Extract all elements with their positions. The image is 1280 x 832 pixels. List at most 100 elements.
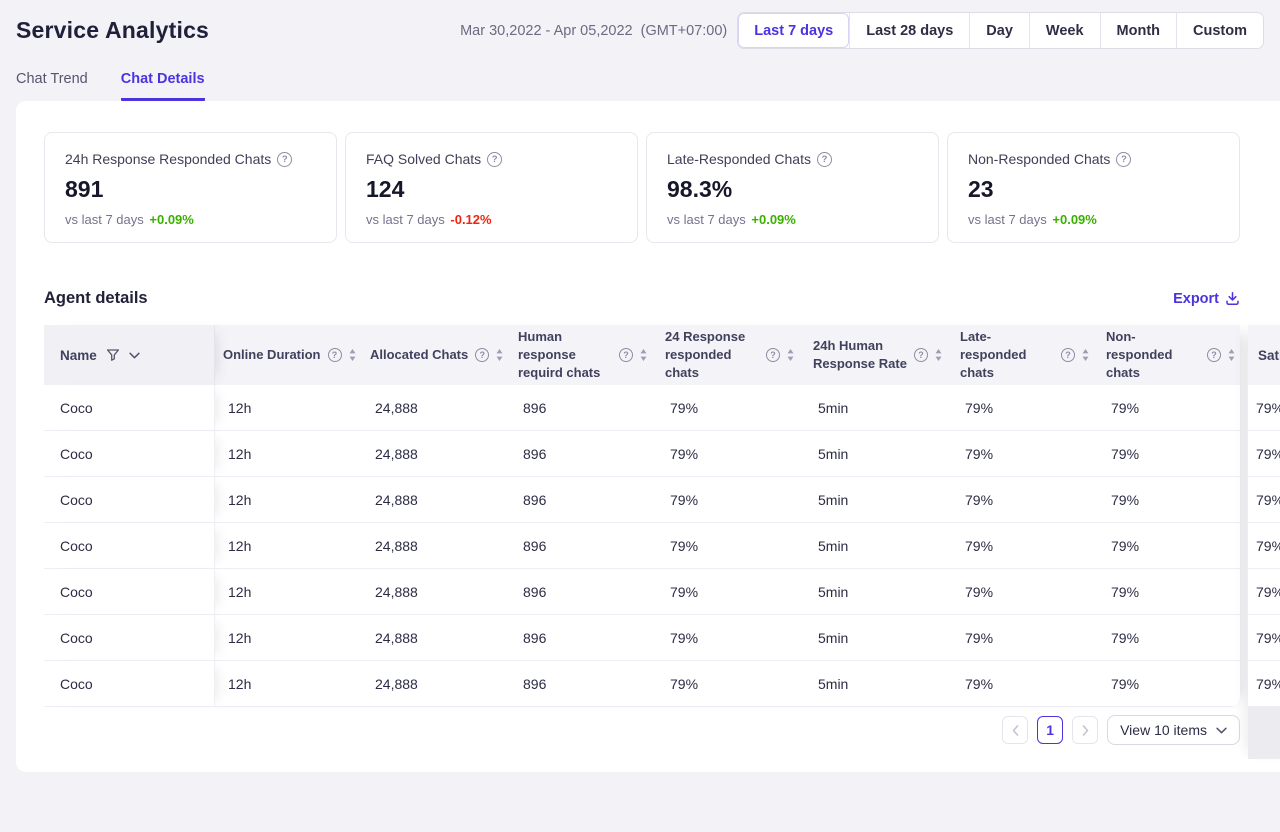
page-size-select[interactable]: View 10 items <box>1107 715 1240 745</box>
cell-non-responded-chats: 79% <box>1098 569 1240 615</box>
pinned-column-footer <box>1248 707 1280 759</box>
column-header-icons: ? <box>1061 348 1089 362</box>
cell-satisfaction: 79% <box>1248 477 1280 523</box>
column-header-label: 24h Human Response Rate <box>813 337 907 373</box>
export-button[interactable]: Export <box>1173 291 1240 307</box>
help-icon[interactable]: ? <box>766 348 780 362</box>
stat-card: FAQ Solved Chats ? 124 vs last 7 days -0… <box>345 132 638 243</box>
stat-card-value: 23 <box>968 176 1219 203</box>
stat-card-title: FAQ Solved Chats <box>366 151 481 167</box>
tab[interactable]: Chat Trend <box>16 71 88 101</box>
cell-online-duration: 12h <box>215 385 362 431</box>
sort-icon[interactable] <box>640 349 647 361</box>
compare-label: vs last 7 days <box>366 212 445 227</box>
sort-icon[interactable] <box>935 349 942 361</box>
table-row: Coco 12h 24,888 896 79% 5min 79% 79% <box>44 477 1240 523</box>
help-icon[interactable]: ? <box>619 348 633 362</box>
cell-allocated-chats: 24,888 <box>362 431 510 477</box>
cell-24-response-responded-chats: 79% <box>657 385 805 431</box>
column-header: Online Duration ? <box>215 325 362 385</box>
stat-card-comparison: vs last 7 days +0.09% <box>968 212 1219 227</box>
sort-icon[interactable] <box>1228 349 1235 361</box>
stat-card-title: 24h Response Responded Chats <box>65 151 271 167</box>
prev-page-button[interactable] <box>1002 716 1028 744</box>
help-icon[interactable]: ? <box>817 152 832 167</box>
cell-human-response-requird-chats: 896 <box>510 431 657 477</box>
delta-value: -0.12% <box>450 212 491 227</box>
tabs-nav: Chat Trend Chat Details <box>0 71 1280 101</box>
cell-allocated-chats: 24,888 <box>362 385 510 431</box>
cell-late-responded-chats: 79% <box>952 661 1098 707</box>
help-icon[interactable]: ? <box>487 152 502 167</box>
help-icon[interactable]: ? <box>277 152 292 167</box>
cell-24h-human-response-rate: 5min <box>805 615 952 661</box>
column-header: 24h Human Response Rate ? <box>805 325 952 385</box>
page-header: Service Analytics Mar 30,2022 - Apr 05,2… <box>0 0 1280 49</box>
filter-icon[interactable] <box>106 348 120 362</box>
column-header: Allocated Chats ? <box>362 325 510 385</box>
column-header: 24 Response responded chats ? <box>657 325 805 385</box>
help-icon[interactable]: ? <box>328 348 342 362</box>
column-header-icons: ? <box>766 348 794 362</box>
sort-icon[interactable] <box>349 349 356 361</box>
range-button[interactable]: Custom <box>1176 13 1263 48</box>
cell-online-duration: 12h <box>215 431 362 477</box>
cell-late-responded-chats: 79% <box>952 615 1098 661</box>
column-header-icons: ? <box>1207 348 1235 362</box>
table-header-row: Name Online Duration <box>44 325 1240 385</box>
cell-human-response-requird-chats: 896 <box>510 385 657 431</box>
column-header: Non-responded chats ? <box>1098 325 1240 385</box>
cell-late-responded-chats: 79% <box>952 477 1098 523</box>
sort-icon[interactable] <box>787 349 794 361</box>
page-size-label: View 10 items <box>1120 722 1207 738</box>
cell-human-response-requird-chats: 896 <box>510 661 657 707</box>
range-button[interactable]: Last 28 days <box>849 13 969 48</box>
cell-non-responded-chats: 79% <box>1098 615 1240 661</box>
cell-satisfaction: 79% <box>1248 569 1280 615</box>
range-button[interactable]: Day <box>969 13 1029 48</box>
delta-value: +0.09% <box>751 212 795 227</box>
stat-card-value: 891 <box>65 176 316 203</box>
table-row: Coco 12h 24,888 896 79% 5min 79% 79% <box>44 385 1240 431</box>
export-label: Export <box>1173 291 1219 307</box>
name-column-label: Name <box>60 348 97 363</box>
tab[interactable]: Chat Details <box>121 71 205 101</box>
cell-satisfaction: 79% <box>1248 523 1280 569</box>
range-button[interactable]: Last 7 days <box>738 13 849 48</box>
cell-24h-human-response-rate: 5min <box>805 569 952 615</box>
cell-allocated-chats: 24,888 <box>362 523 510 569</box>
range-button[interactable]: Month <box>1100 13 1176 48</box>
column-header: Human response requird chats ? <box>510 325 657 385</box>
table-row: Coco 12h 24,888 896 79% 5min 79% 79% <box>44 615 1240 661</box>
help-icon[interactable]: ? <box>1116 152 1131 167</box>
cell-agent-name: Coco <box>44 385 215 431</box>
sort-icon[interactable] <box>496 349 503 361</box>
cell-online-duration: 12h <box>215 569 362 615</box>
stat-card: Late-Responded Chats ? 98.3% vs last 7 d… <box>646 132 939 243</box>
chevron-right-icon <box>1082 725 1089 736</box>
column-header-name: Name <box>44 325 215 385</box>
cell-late-responded-chats: 79% <box>952 569 1098 615</box>
stat-card-title-row: Non-Responded Chats ? <box>968 151 1219 167</box>
help-icon[interactable]: ? <box>475 348 489 362</box>
sort-icon[interactable] <box>1082 349 1089 361</box>
chevron-down-icon[interactable] <box>129 352 140 359</box>
delta-value: +0.09% <box>149 212 193 227</box>
stat-card-title: Late-Responded Chats <box>667 151 811 167</box>
cell-satisfaction: 79% <box>1248 385 1280 431</box>
page-number-button[interactable]: 1 <box>1037 716 1063 744</box>
column-header-icons: ? <box>475 348 503 362</box>
cell-agent-name: Coco <box>44 523 215 569</box>
help-icon[interactable]: ? <box>1061 348 1075 362</box>
cell-24h-human-response-rate: 5min <box>805 431 952 477</box>
help-icon[interactable]: ? <box>1207 348 1221 362</box>
next-page-button[interactable] <box>1072 716 1098 744</box>
cell-allocated-chats: 24,888 <box>362 615 510 661</box>
help-icon[interactable]: ? <box>914 348 928 362</box>
main-panel: 24h Response Responded Chats ? 891 vs la… <box>16 101 1280 772</box>
range-button[interactable]: Week <box>1029 13 1100 48</box>
agent-table: Name Online Duration <box>44 325 1240 707</box>
column-header-icons: ? <box>619 348 647 362</box>
column-header-icons: ? <box>914 348 942 362</box>
cell-satisfaction: 79% <box>1248 431 1280 477</box>
